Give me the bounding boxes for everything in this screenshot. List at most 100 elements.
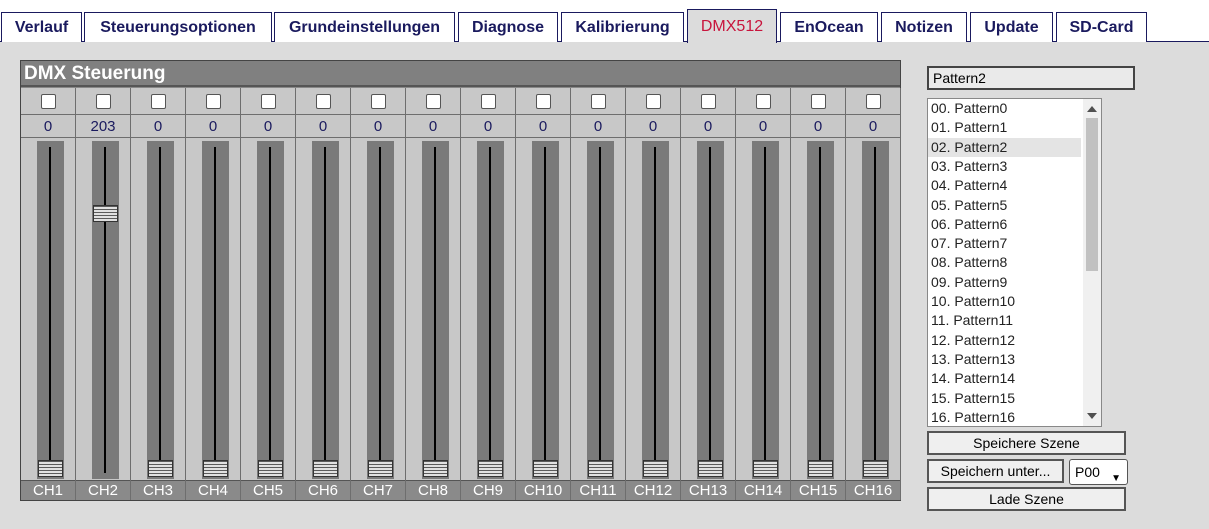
pattern-list-item[interactable]: 06. Pattern6 bbox=[928, 215, 1081, 234]
tab-diagnose[interactable]: Diagnose bbox=[458, 12, 558, 42]
pattern-list-item[interactable]: 05. Pattern5 bbox=[928, 196, 1081, 215]
channel-slider[interactable] bbox=[422, 141, 449, 479]
channel-checkbox[interactable] bbox=[865, 93, 881, 109]
pattern-list-item[interactable]: 12. Pattern12 bbox=[928, 331, 1081, 350]
pattern-list-item[interactable]: 15. Pattern15 bbox=[928, 389, 1081, 408]
slider-knob[interactable] bbox=[863, 460, 888, 477]
channel-checkbox[interactable] bbox=[95, 93, 111, 109]
slot-select-value: P00 bbox=[1075, 464, 1100, 480]
slider-knob[interactable] bbox=[148, 460, 173, 477]
channel-slider[interactable] bbox=[697, 141, 724, 479]
channel-checkbox[interactable] bbox=[645, 93, 661, 109]
slider-knob[interactable] bbox=[478, 460, 503, 477]
arrow-up-icon[interactable] bbox=[1087, 106, 1097, 112]
channel-checkbox[interactable] bbox=[700, 93, 716, 109]
channel-slider[interactable] bbox=[642, 141, 669, 479]
channel-checkbox[interactable] bbox=[590, 93, 606, 109]
channel-slider[interactable] bbox=[807, 141, 834, 479]
load-scene-button[interactable]: Lade Szene bbox=[927, 487, 1126, 511]
channel-slider[interactable] bbox=[147, 141, 174, 479]
tab-verlauf[interactable]: Verlauf bbox=[1, 12, 82, 42]
save-scene-button[interactable]: Speichere Szene bbox=[927, 431, 1126, 455]
slider-knob[interactable] bbox=[753, 460, 778, 477]
channel-checkbox[interactable] bbox=[40, 93, 56, 109]
channel-value: 0 bbox=[296, 116, 350, 138]
tab-dmx512[interactable]: DMX512 bbox=[687, 9, 777, 43]
tab-sd-card[interactable]: SD-Card bbox=[1056, 12, 1147, 42]
pattern-list-item[interactable]: 10. Pattern10 bbox=[928, 292, 1081, 311]
slider-knob[interactable] bbox=[38, 460, 63, 477]
slider-rail bbox=[104, 147, 106, 473]
tab-enocean[interactable]: EnOcean bbox=[780, 12, 878, 42]
channel-slider[interactable] bbox=[312, 141, 339, 479]
channel-label: CH15 bbox=[791, 480, 845, 500]
pattern-list-item[interactable]: 16. Pattern16 bbox=[928, 408, 1081, 426]
slider-knob[interactable] bbox=[698, 460, 723, 477]
pattern-listbox[interactable]: 00. Pattern0 01. Pattern1 02. Pattern2 03. … bbox=[927, 98, 1102, 427]
pattern-list-item[interactable]: 14. Pattern14 bbox=[928, 369, 1081, 388]
channel-checkbox-cell bbox=[406, 88, 460, 115]
pattern-list-item[interactable]: 09. Pattern9 bbox=[928, 273, 1081, 292]
channel-checkbox[interactable] bbox=[315, 93, 331, 109]
channel-slider[interactable] bbox=[367, 141, 394, 479]
channel-slider[interactable] bbox=[587, 141, 614, 479]
channel-checkbox[interactable] bbox=[370, 93, 386, 109]
pattern-list-item[interactable]: 04. Pattern4 bbox=[928, 176, 1081, 195]
channel-column: 0 CH4 bbox=[186, 88, 241, 500]
slider-knob[interactable] bbox=[93, 204, 118, 222]
channel-slider[interactable] bbox=[477, 141, 504, 479]
pattern-list-item[interactable]: 13. Pattern13 bbox=[928, 350, 1081, 369]
channel-checkbox-cell bbox=[296, 88, 350, 115]
channel-label: CH8 bbox=[406, 480, 460, 500]
channel-checkbox[interactable] bbox=[755, 93, 771, 109]
channel-slider[interactable] bbox=[92, 141, 119, 479]
slider-knob[interactable] bbox=[258, 460, 283, 477]
tab-grundeinstellungen[interactable]: Grundeinstellungen bbox=[274, 12, 455, 42]
slider-knob[interactable] bbox=[423, 460, 448, 477]
channel-checkbox[interactable] bbox=[425, 93, 441, 109]
pattern-scrollbar[interactable] bbox=[1083, 99, 1101, 426]
slider-knob[interactable] bbox=[313, 460, 338, 477]
channel-column: 0 CH5 bbox=[241, 88, 296, 500]
channel-checkbox[interactable] bbox=[150, 93, 166, 109]
pattern-list-item[interactable]: 01. Pattern1 bbox=[928, 118, 1081, 137]
pattern-list-item[interactable]: 08. Pattern8 bbox=[928, 253, 1081, 272]
pattern-list-item[interactable]: 02. Pattern2 bbox=[928, 137, 1081, 157]
channel-slider[interactable] bbox=[752, 141, 779, 479]
scene-name-input[interactable] bbox=[927, 66, 1135, 90]
slider-knob[interactable] bbox=[588, 460, 613, 477]
slider-knob[interactable] bbox=[368, 460, 393, 477]
slot-select[interactable]: P00 ▼ bbox=[1069, 459, 1128, 485]
tab-notizen[interactable]: Notizen bbox=[881, 12, 967, 42]
channel-checkbox[interactable] bbox=[810, 93, 826, 109]
slider-knob[interactable] bbox=[808, 460, 833, 477]
save-as-button[interactable]: Speichern unter... bbox=[927, 459, 1064, 483]
channel-slider[interactable] bbox=[202, 141, 229, 479]
channel-slider[interactable] bbox=[532, 141, 559, 479]
slider-knob[interactable] bbox=[203, 460, 228, 477]
channel-checkbox[interactable] bbox=[260, 93, 276, 109]
pattern-list-item[interactable]: 03. Pattern3 bbox=[928, 157, 1081, 176]
slider-knob[interactable] bbox=[533, 460, 558, 477]
channel-slider[interactable] bbox=[257, 141, 284, 479]
channel-label: CH6 bbox=[296, 480, 350, 500]
channel-label: CH14 bbox=[736, 480, 790, 500]
arrow-down-icon[interactable] bbox=[1087, 413, 1097, 419]
channel-label: CH16 bbox=[846, 480, 900, 500]
slider-rail bbox=[324, 147, 326, 473]
channel-column: 0 CH11 bbox=[571, 88, 626, 500]
slider-knob[interactable] bbox=[643, 460, 668, 477]
channel-slider[interactable] bbox=[862, 141, 889, 479]
tab-update[interactable]: Update bbox=[970, 12, 1053, 42]
channel-checkbox[interactable] bbox=[480, 93, 496, 109]
channel-slider[interactable] bbox=[37, 141, 64, 479]
tab-kalibrierung[interactable]: Kalibrierung bbox=[561, 12, 684, 42]
pattern-list-item[interactable]: 00. Pattern0 bbox=[928, 99, 1081, 118]
channel-checkbox[interactable] bbox=[205, 93, 221, 109]
tab-steuerungsoptionen[interactable]: Steuerungsoptionen bbox=[84, 12, 272, 42]
scroll-thumb[interactable] bbox=[1086, 118, 1098, 271]
pattern-list-item[interactable]: 07. Pattern7 bbox=[928, 234, 1081, 253]
channel-checkbox[interactable] bbox=[535, 93, 551, 109]
pattern-list-item[interactable]: 11. Pattern11 bbox=[928, 311, 1081, 330]
channel-checkbox-cell bbox=[736, 88, 790, 115]
